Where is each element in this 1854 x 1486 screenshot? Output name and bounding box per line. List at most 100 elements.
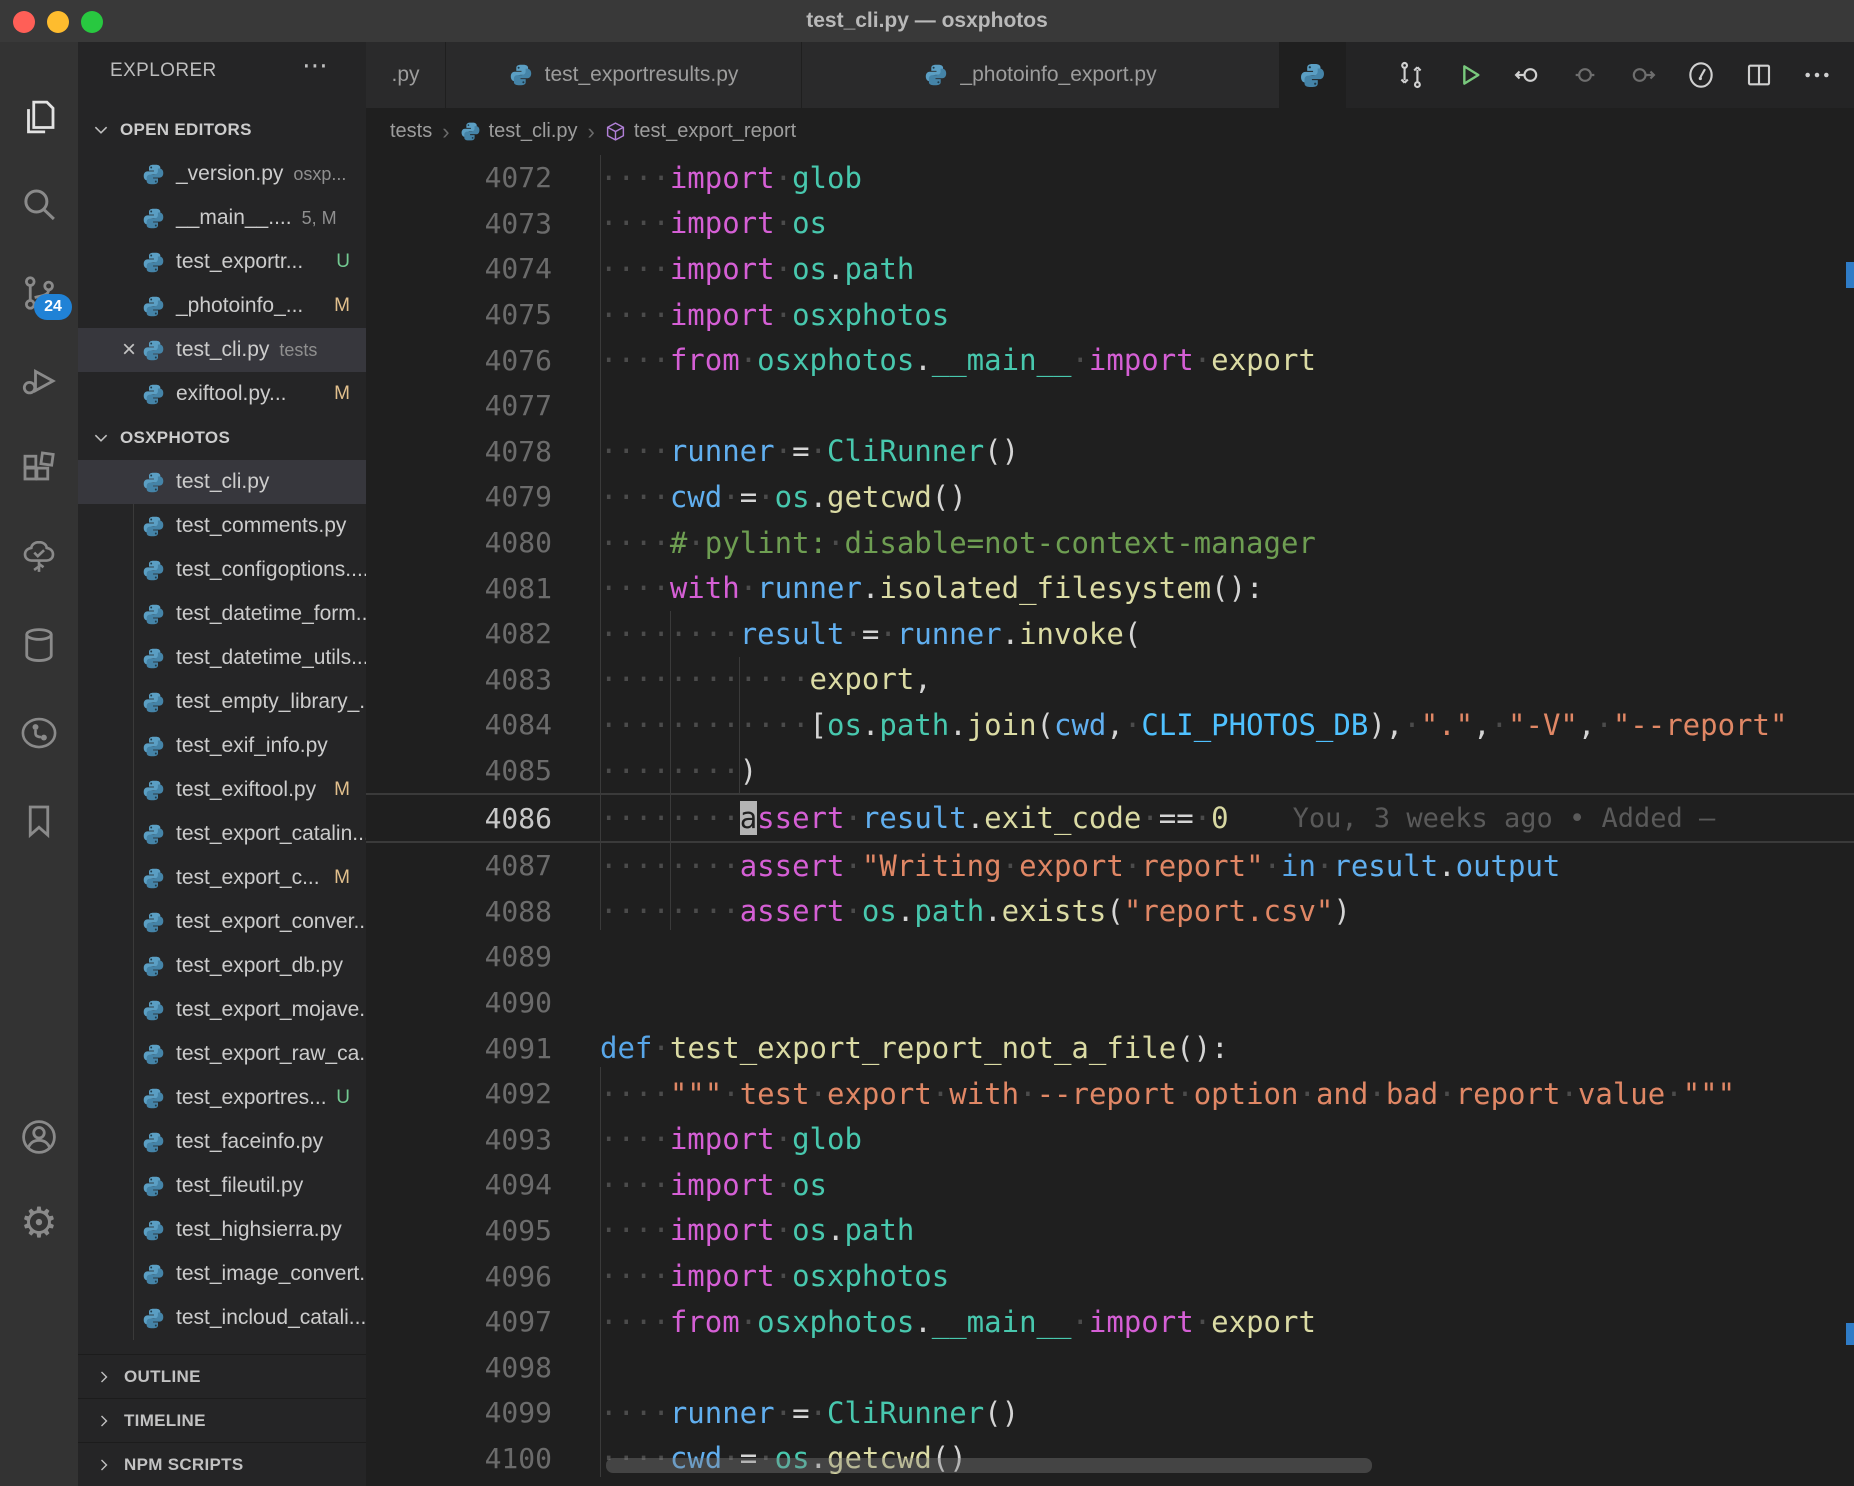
line-number[interactable]: 4072 (366, 161, 552, 194)
line-number[interactable]: 4093 (366, 1123, 552, 1156)
breadcrumb-item[interactable]: tests (390, 120, 432, 143)
todo-tree-icon[interactable] (0, 518, 78, 596)
file-tree-item[interactable]: test_highsierra.py (78, 1208, 366, 1252)
file-tree-item[interactable]: test_exportres...U (78, 1076, 366, 1120)
file-tree-item[interactable]: test_export_c...M (78, 856, 366, 900)
forward-circle-icon[interactable] (1614, 42, 1672, 108)
open-editor-item[interactable]: _version.pyosxp... (78, 152, 366, 196)
sidebar-section-outline[interactable]: OUTLINE (78, 1354, 366, 1399)
file-tree-item[interactable]: test_export_conver... (78, 900, 366, 944)
split-editor-icon[interactable] (1730, 42, 1788, 108)
git-graph-icon[interactable] (0, 694, 78, 772)
database-icon[interactable] (0, 606, 78, 684)
account-icon[interactable] (0, 1098, 78, 1176)
code-line[interactable]: 4087········assert·"Writing·export·repor… (366, 843, 1854, 889)
code-editor[interactable]: 4072····import·glob4073····import·os4074… (366, 155, 1854, 1486)
circle-icon[interactable] (1556, 42, 1614, 108)
code-line[interactable]: 4090 (366, 980, 1854, 1026)
line-number[interactable]: 4083 (366, 663, 552, 696)
file-tree-item[interactable]: test_datetime_utils.... (78, 636, 366, 680)
views-more-actions-icon[interactable]: ⋯ (302, 50, 330, 81)
file-tree-item[interactable]: test_export_db.py (78, 944, 366, 988)
horizontal-scrollbar[interactable] (606, 1458, 1372, 1473)
file-tree-item[interactable]: test_export_raw_ca... (78, 1032, 366, 1076)
line-number[interactable]: 4098 (366, 1351, 552, 1384)
line-number[interactable]: 4076 (366, 344, 552, 377)
code-line[interactable]: 4082········result·=·runner.invoke( (366, 611, 1854, 657)
line-number[interactable]: 4074 (366, 252, 552, 285)
explorer-view-icon[interactable] (0, 78, 78, 156)
line-number[interactable]: 4094 (366, 1168, 552, 1201)
line-number[interactable]: 4080 (366, 526, 552, 559)
line-number[interactable]: 4086 (366, 802, 552, 835)
line-number[interactable]: 4077 (366, 389, 552, 422)
line-number[interactable]: 4089 (366, 940, 552, 973)
line-number[interactable]: 4096 (366, 1260, 552, 1293)
line-number[interactable]: 4088 (366, 895, 552, 928)
file-tree-item[interactable]: test_image_convert... (78, 1252, 366, 1296)
code-line[interactable]: 4072····import·glob (366, 155, 1854, 201)
line-number[interactable]: 4085 (366, 754, 552, 787)
sidebar-section-npm-scripts[interactable]: NPM SCRIPTS (78, 1442, 366, 1486)
file-tree-item[interactable]: test_datetime_form... (78, 592, 366, 636)
line-number[interactable]: 4081 (366, 572, 552, 605)
code-line[interactable]: 4076····from·osxphotos.__main__·import·e… (366, 337, 1854, 383)
file-tree-item[interactable]: test_export_catalin... (78, 812, 366, 856)
breadcrumb-item[interactable]: test_export_report (634, 120, 796, 143)
run-icon[interactable] (1440, 42, 1498, 108)
open-editors-header[interactable]: OPEN EDITORS (78, 108, 366, 152)
settings-gear-icon[interactable]: ⚙ (0, 1184, 78, 1262)
code-line[interactable]: 4092····"""·test·export·with·--report·op… (366, 1071, 1854, 1117)
line-number[interactable]: 4097 (366, 1305, 552, 1338)
tab-test_exportresults.py[interactable]: test_exportresults.py (446, 42, 802, 108)
run-and-debug-icon[interactable] (0, 342, 78, 420)
code-line[interactable]: 4099····runner·=·CliRunner() (366, 1390, 1854, 1436)
line-number[interactable]: 4099 (366, 1396, 552, 1429)
project-section-header[interactable]: OSXPHOTOS (78, 416, 366, 460)
compare-changes-icon[interactable] (1382, 42, 1440, 108)
code-line[interactable]: 4086········assert·result.exit_code·==·0… (366, 793, 1854, 843)
file-tree-item[interactable]: test_comments.py (78, 504, 366, 548)
open-editor-item[interactable]: _photoinfo_...M (78, 284, 366, 328)
gauge-icon[interactable] (1672, 42, 1730, 108)
code-line[interactable]: 4074····import·os.path (366, 246, 1854, 292)
code-line[interactable]: 4089 (366, 934, 1854, 980)
search-icon[interactable] (0, 166, 78, 244)
code-line[interactable]: 4094····import·os (366, 1162, 1854, 1208)
back-circle-icon[interactable] (1498, 42, 1556, 108)
code-line[interactable]: 4073····import·os (366, 201, 1854, 247)
code-line[interactable]: 4091def·test_export_report_not_a_file(): (366, 1025, 1854, 1071)
code-line[interactable]: 4095····import·os.path (366, 1208, 1854, 1254)
breadcrumb-item[interactable]: test_cli.py (489, 120, 578, 143)
line-number[interactable]: 4075 (366, 298, 552, 331)
code-line[interactable]: 4080····#·pylint:·disable=not-context-ma… (366, 520, 1854, 566)
code-line[interactable]: 4088········assert·os.path.exists("repor… (366, 889, 1854, 935)
tab-.py[interactable]: .py (366, 42, 446, 108)
code-line[interactable]: 4096····import·osxphotos (366, 1253, 1854, 1299)
line-number[interactable]: 4073 (366, 207, 552, 240)
code-line[interactable]: 4085········) (366, 748, 1854, 794)
file-tree-item[interactable]: test_exif_info.py (78, 724, 366, 768)
source-control-icon[interactable]: 24 (0, 254, 78, 332)
line-number[interactable]: 4079 (366, 480, 552, 513)
line-number[interactable]: 4091 (366, 1032, 552, 1065)
file-tree-item[interactable]: test_cli.py (78, 460, 366, 504)
code-line[interactable]: 4093····import·glob (366, 1116, 1854, 1162)
open-editor-item[interactable]: __main__....5, M (78, 196, 366, 240)
line-number[interactable]: 4082 (366, 617, 552, 650)
sidebar-section-timeline[interactable]: TIMELINE (78, 1398, 366, 1443)
file-tree-item[interactable]: test_exiftool.pyM (78, 768, 366, 812)
tab-_photoinfo_export.py[interactable]: _photoinfo_export.py (802, 42, 1280, 108)
code-line[interactable]: 4075····import·osxphotos (366, 292, 1854, 338)
code-line[interactable]: 4078····runner·=·CliRunner() (366, 429, 1854, 475)
tab-active-stub[interactable] (1280, 42, 1346, 108)
code-line[interactable]: 4098 (366, 1344, 1854, 1390)
line-number[interactable]: 4087 (366, 849, 552, 882)
code-line[interactable]: 4083············export, (366, 657, 1854, 703)
file-tree-item[interactable]: test_fileutil.py (78, 1164, 366, 1208)
bookmarks-icon[interactable] (0, 782, 78, 860)
file-tree-item[interactable]: test_empty_library_... (78, 680, 366, 724)
line-number[interactable]: 4084 (366, 708, 552, 741)
line-number[interactable]: 4100 (366, 1442, 552, 1475)
open-editor-item[interactable]: test_exportr...U (78, 240, 366, 284)
